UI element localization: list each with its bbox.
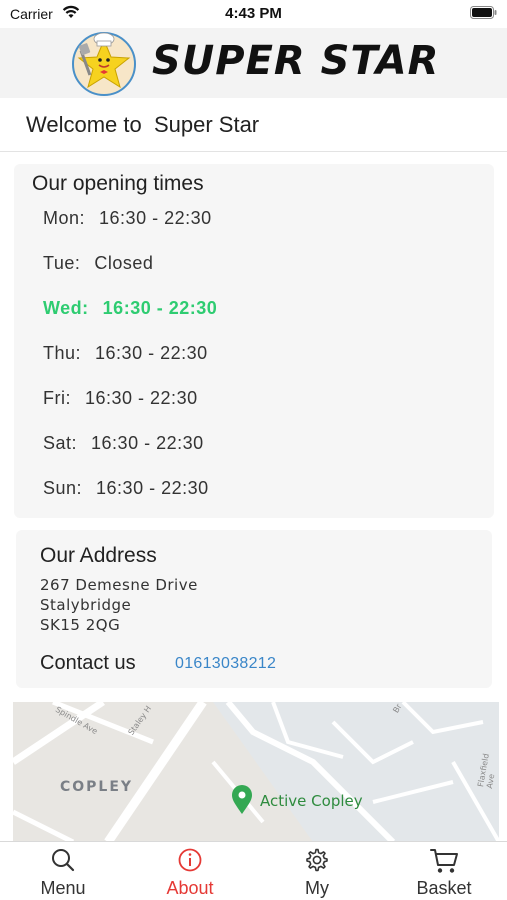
tab-label: Menu [40, 878, 86, 898]
address-card: Our Address 267 Demesne Drive Stalybridg… [16, 530, 492, 688]
contact-phone-link[interactable]: 01613038212 [175, 655, 276, 673]
status-bar: Carrier 4:43 PM [0, 0, 507, 28]
welcome-text: Welcome to Super Star [26, 112, 260, 137]
star-chef-logo-icon [72, 32, 136, 96]
battery-icon [470, 6, 497, 19]
map-area-label: COPLEY [60, 779, 134, 795]
opening-hours: 16:30 - 22:30 [96, 478, 209, 498]
address-line-town: Stalybridge [40, 596, 132, 614]
opening-times-row: Tue: Closed [43, 253, 153, 274]
opening-hours: 16:30 - 22:30 [95, 343, 208, 363]
address-line-postcode: SK15 2QG [40, 616, 121, 634]
tab-label: My [305, 878, 329, 898]
info-icon [178, 848, 202, 872]
tab-menu[interactable]: Menu [0, 842, 126, 900]
opening-times-card: Our opening times Mon: 16:30 - 22:30 Tue: C… [14, 164, 494, 518]
status-time: 4:43 PM [225, 5, 282, 22]
opening-day: Sat: [43, 433, 78, 453]
opening-times-row: Sun: 16:30 - 22:30 [43, 478, 209, 499]
search-icon [52, 849, 75, 872]
opening-times-row: Fri: 16:30 - 22:30 [43, 388, 198, 409]
opening-day: Fri: [43, 388, 71, 408]
opening-hours: 16:30 - 22:30 [85, 388, 198, 408]
tab-label: About [166, 878, 214, 898]
opening-day: Mon: [43, 208, 86, 228]
address-title: Our Address [40, 544, 157, 567]
opening-times-row: Mon: 16:30 - 22:30 [43, 208, 212, 229]
location-map[interactable]: Spindle Ave Staley H Br Flaxfield Ave CO… [13, 702, 499, 842]
opening-hours: Closed [94, 253, 154, 273]
opening-day: Wed: [43, 298, 89, 318]
opening-times-title: Our opening times [32, 172, 204, 195]
bottom-tab-bar: Menu About My Basket [0, 841, 507, 900]
tab-about[interactable]: About [127, 842, 253, 900]
opening-hours: 16:30 - 22:30 [99, 208, 212, 228]
contact-label: Contact us [40, 652, 136, 674]
opening-times-row: Thu: 16:30 - 22:30 [43, 343, 208, 364]
opening-day: Tue: [43, 253, 81, 273]
gear-icon [306, 848, 328, 872]
welcome-banner: Welcome to Super Star [0, 98, 507, 152]
logo-text: SUPER STAR [152, 38, 440, 84]
opening-times-row: Sat: 16:30 - 22:30 [43, 433, 204, 454]
app-header: SUPER STAR [0, 28, 507, 98]
map-place-label[interactable]: Active Copley [260, 792, 363, 810]
opening-hours: 16:30 - 22:30 [102, 298, 218, 318]
opening-day: Sun: [43, 478, 83, 498]
opening-hours: 16:30 - 22:30 [91, 433, 204, 453]
address-line-street: 267 Demesne Drive [40, 576, 198, 594]
cart-icon [430, 849, 458, 873]
map-pin-icon[interactable] [231, 785, 253, 815]
tab-basket[interactable]: Basket [381, 842, 507, 900]
opening-times-row: Wed: 16:30 - 22:30 [43, 298, 217, 319]
tab-label: Basket [416, 878, 472, 898]
tab-my[interactable]: My [254, 842, 380, 900]
opening-day: Thu: [43, 343, 82, 363]
